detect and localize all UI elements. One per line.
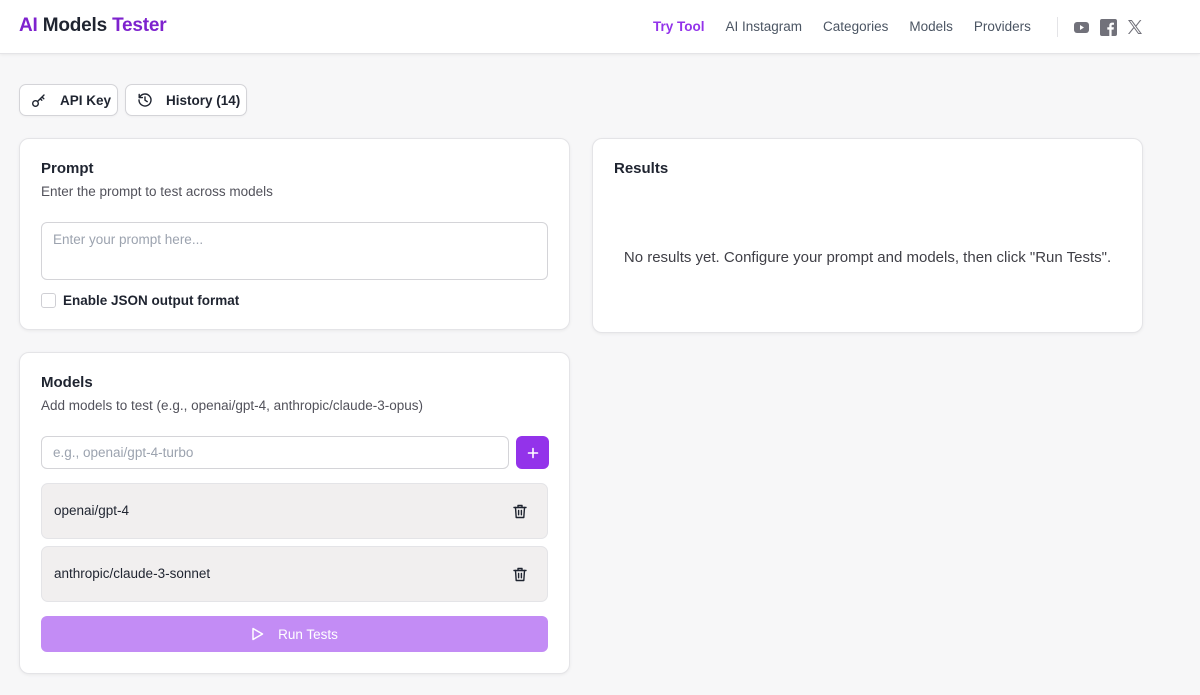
facebook-icon[interactable] bbox=[1099, 17, 1117, 37]
api-key-label: API Key bbox=[60, 92, 112, 108]
history-label: History (14) bbox=[166, 92, 241, 108]
logo-ai: AI bbox=[19, 15, 38, 36]
results-title: Results bbox=[614, 160, 669, 177]
run-tests-label: Run Tests bbox=[278, 626, 338, 642]
nav-item-ai-instagram[interactable]: AI Instagram bbox=[726, 19, 803, 34]
json-output-checkbox[interactable] bbox=[41, 293, 56, 308]
key-icon bbox=[31, 92, 47, 108]
nav-item-models[interactable]: Models bbox=[909, 19, 953, 34]
nav-item-try-tool[interactable]: Try Tool bbox=[653, 19, 705, 34]
json-output-label[interactable]: Enable JSON output format bbox=[63, 293, 239, 308]
model-name: openai/gpt-4 bbox=[54, 503, 130, 518]
x-icon[interactable] bbox=[1126, 17, 1144, 37]
plus-icon bbox=[527, 447, 539, 459]
api-key-button[interactable]: API Key bbox=[19, 84, 118, 116]
trash-icon bbox=[513, 504, 527, 518]
delete-model-button[interactable] bbox=[512, 565, 528, 583]
main-nav: Try Tool AI Instagram Categories Models … bbox=[653, 19, 1052, 34]
top-nav-bar: AI Models Tester Try Tool AI Instagram C… bbox=[0, 0, 1200, 54]
nav-item-providers[interactable]: Providers bbox=[974, 19, 1031, 34]
model-name-input[interactable] bbox=[41, 436, 509, 469]
prompt-input[interactable] bbox=[41, 222, 548, 280]
prompt-subtitle: Enter the prompt to test across models bbox=[41, 184, 273, 199]
logo[interactable]: AI Models Tester bbox=[19, 15, 167, 37]
social-links bbox=[1072, 17, 1144, 37]
history-icon bbox=[137, 92, 153, 108]
trash-icon bbox=[513, 567, 527, 581]
delete-model-button[interactable] bbox=[512, 502, 528, 520]
play-icon bbox=[251, 627, 264, 641]
nav-item-categories[interactable]: Categories bbox=[823, 19, 888, 34]
logo-tester: Tester bbox=[112, 15, 167, 36]
prompt-title: Prompt bbox=[41, 160, 94, 177]
run-tests-button[interactable]: Run Tests bbox=[41, 616, 548, 652]
model-name: anthropic/claude-3-sonnet bbox=[54, 566, 211, 581]
nav-divider bbox=[1057, 17, 1058, 37]
results-card: Results No results yet. Configure your p… bbox=[592, 138, 1143, 333]
history-button[interactable]: History (14) bbox=[125, 84, 247, 116]
logo-models: Models bbox=[42, 15, 107, 36]
add-model-button[interactable] bbox=[516, 436, 549, 469]
prompt-card: Prompt Enter the prompt to test across m… bbox=[19, 138, 570, 330]
model-list-item: openai/gpt-4 bbox=[41, 483, 548, 539]
results-empty-message: No results yet. Configure your prompt an… bbox=[623, 249, 1112, 266]
models-subtitle: Add models to test (e.g., openai/gpt-4, … bbox=[41, 398, 423, 413]
models-title: Models bbox=[41, 374, 93, 391]
model-list-item: anthropic/claude-3-sonnet bbox=[41, 546, 548, 602]
models-card: Models Add models to test (e.g., openai/… bbox=[19, 352, 570, 674]
json-output-option: Enable JSON output format bbox=[41, 293, 239, 308]
youtube-icon[interactable] bbox=[1072, 17, 1090, 37]
